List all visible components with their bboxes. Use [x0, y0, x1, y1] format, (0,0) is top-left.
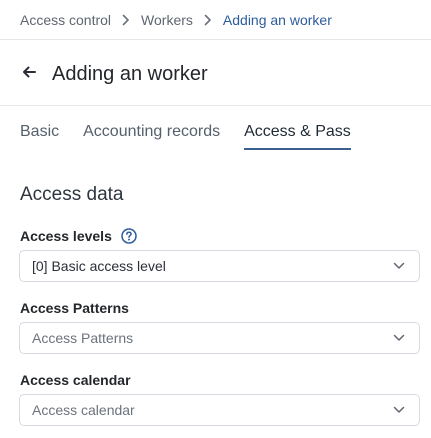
- access-levels-label-text: Access levels: [20, 228, 112, 244]
- header-divider: [0, 105, 431, 106]
- chevron-right-icon: [204, 14, 212, 26]
- access-levels-value: [0] Basic access level: [32, 258, 166, 274]
- breadcrumb-divider: [0, 39, 431, 40]
- access-calendar-placeholder: Access calendar: [32, 402, 135, 418]
- back-button[interactable]: [22, 65, 36, 84]
- access-levels-select[interactable]: [0] Basic access level: [19, 250, 420, 282]
- breadcrumb-item-workers[interactable]: Workers: [141, 12, 193, 28]
- chevron-right-icon: [122, 14, 130, 26]
- tab-basic[interactable]: Basic: [20, 120, 59, 150]
- tab-access-pass[interactable]: Access & Pass: [244, 120, 351, 150]
- chevron-down-icon: [393, 334, 405, 342]
- breadcrumb: Access control Workers Adding an worker: [20, 10, 332, 30]
- page-header: Adding an worker: [22, 60, 208, 88]
- access-calendar-label-text: Access calendar: [20, 372, 131, 388]
- access-patterns-label-text: Access Patterns: [20, 300, 129, 316]
- access-patterns-select[interactable]: Access Patterns: [19, 322, 420, 354]
- help-circle-icon[interactable]: [121, 228, 137, 244]
- breadcrumb-item-access-control[interactable]: Access control: [20, 12, 111, 28]
- breadcrumb-current: Adding an worker: [222, 12, 332, 28]
- arrow-left-icon: [22, 65, 36, 84]
- section-title: Access data: [20, 184, 124, 205]
- page-title: Adding an worker: [52, 62, 208, 85]
- access-levels-label: Access levels: [20, 228, 137, 244]
- access-calendar-select[interactable]: Access calendar: [19, 394, 420, 426]
- chevron-down-icon: [393, 262, 405, 270]
- chevron-down-icon: [393, 406, 405, 414]
- tab-accounting-records[interactable]: Accounting records: [83, 120, 220, 150]
- access-patterns-placeholder: Access Patterns: [32, 330, 134, 346]
- access-calendar-label: Access calendar: [20, 372, 131, 388]
- access-patterns-label: Access Patterns: [20, 300, 129, 316]
- tab-bar: Basic Accounting records Access & Pass: [20, 120, 375, 150]
